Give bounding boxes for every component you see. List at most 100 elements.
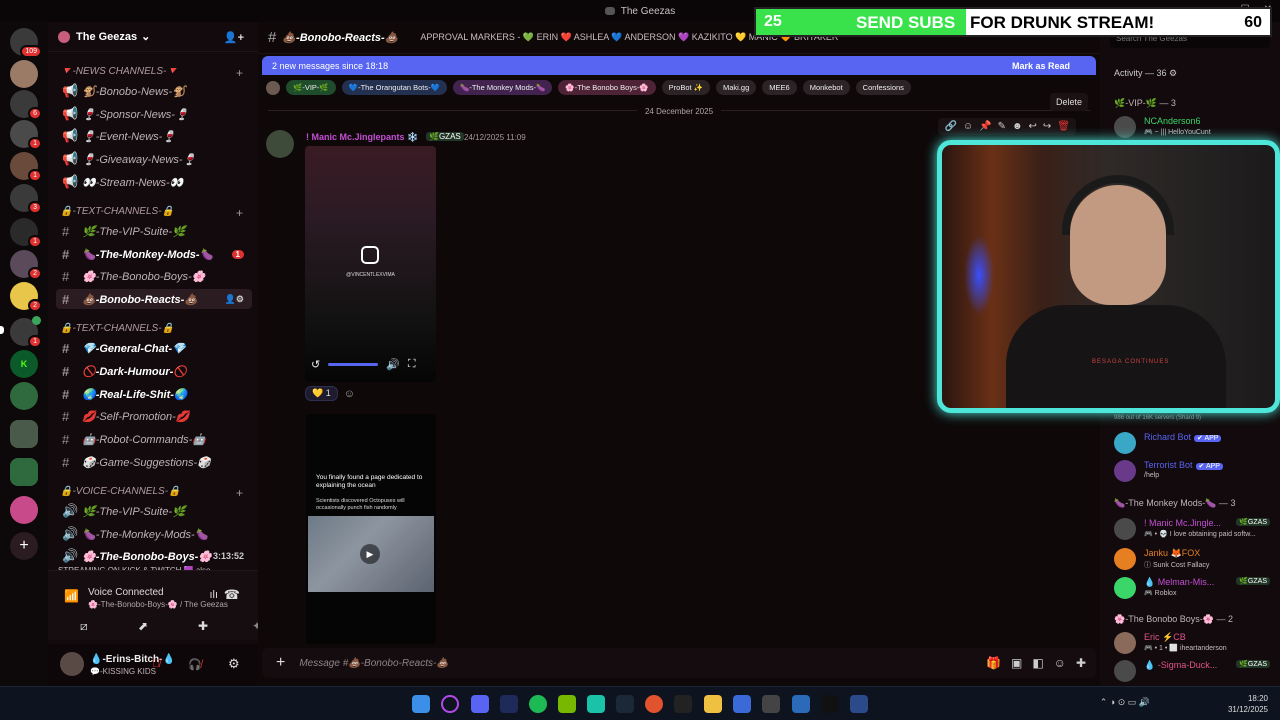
react-icon[interactable]: ☺ bbox=[963, 121, 973, 132]
category-text[interactable]: 🔒-TEXT-CHANNELS-🔒 + bbox=[60, 206, 243, 220]
add-channel-icon[interactable]: + bbox=[236, 206, 243, 220]
opera-icon[interactable] bbox=[441, 695, 459, 713]
activity-header[interactable]: Activity — 36 ⚙ bbox=[1114, 68, 1177, 79]
server-icon[interactable]: 1 bbox=[10, 120, 42, 150]
channel-item-selected[interactable]: # 💩-Bonobo-Reacts-💩 👤⚙ bbox=[56, 289, 252, 309]
apps-icon[interactable]: ✚ bbox=[1076, 656, 1086, 670]
trash-icon[interactable]: 🗑 bbox=[1057, 121, 1070, 132]
member-item[interactable]: Richard Bot ✔ APP bbox=[1114, 430, 1274, 456]
screen-share-icon[interactable]: ⬈ bbox=[138, 619, 148, 633]
steam-icon[interactable] bbox=[616, 695, 634, 713]
voice-channel-item-active[interactable]: 🔊 🌸-The-Bonobo-Boys-🌸 3:13:52 bbox=[56, 546, 252, 566]
server-icon[interactable]: 3 bbox=[10, 184, 42, 214]
server-icon[interactable]: 1 bbox=[10, 316, 42, 348]
channel-item[interactable]: # 🌸-The-Bonobo-Boys-🌸 bbox=[56, 266, 252, 286]
tray-icons[interactable]: ⌃ ◑ ⊙ ▭ 🔊 bbox=[1100, 697, 1150, 708]
role-chip[interactable]: MEE6 bbox=[762, 80, 797, 95]
server-icon[interactable]: 1 bbox=[10, 218, 42, 248]
channel-item[interactable]: 📢 👀-Stream-News-👀 bbox=[56, 172, 252, 192]
member-item[interactable]: ! Manic Mc.Jingle... 🌿GZAS 🎮 • 💀 I love … bbox=[1114, 516, 1274, 542]
spotify-icon[interactable] bbox=[529, 695, 547, 713]
invite-icon[interactable]: 👤+ bbox=[224, 31, 244, 44]
kick-server-icon[interactable]: K bbox=[10, 350, 38, 378]
channel-item[interactable]: # 💎-General-Chat-💎 bbox=[56, 338, 252, 358]
app-icon[interactable] bbox=[792, 695, 810, 713]
volume-slider[interactable] bbox=[328, 363, 379, 366]
add-reaction-icon[interactable]: ☺ bbox=[344, 388, 355, 400]
member-item[interactable]: 💧 Melman-Mis... 🌿GZAS 🎮 Roblox bbox=[1114, 575, 1274, 601]
epic-games-icon[interactable] bbox=[674, 695, 692, 713]
file-explorer-icon[interactable] bbox=[704, 695, 722, 713]
start-icon[interactable] bbox=[412, 695, 430, 713]
role-chip[interactable]: Maki.gg bbox=[716, 80, 757, 95]
server-icon[interactable]: 2 bbox=[10, 250, 42, 280]
mic-muted-icon[interactable]: 🎙̸ bbox=[152, 658, 160, 670]
edit-icon[interactable]: ✎ bbox=[998, 121, 1006, 132]
gift-icon[interactable]: 🎁 bbox=[986, 656, 1001, 670]
video-attachment[interactable]: You finally found a page dedicated to ex… bbox=[306, 414, 436, 644]
message-author[interactable]: ! Manic Mc.Jinglepants ❄️ bbox=[306, 132, 418, 143]
link-icon[interactable]: 🔗 bbox=[944, 121, 956, 132]
voice-channel-item[interactable]: 🔊 🌿-The-VIP-Suite-🌿 bbox=[56, 501, 252, 521]
channel-item[interactable]: 📢 🍷-Sponsor-News-🍷 bbox=[56, 104, 252, 124]
category-text[interactable]: 🔒-TEXT-CHANNELS-🔒 bbox=[60, 323, 174, 334]
noise-suppression-icon[interactable]: ılı bbox=[209, 589, 218, 601]
camera-off-icon[interactable]: ⧄ bbox=[80, 619, 88, 634]
server-icon[interactable] bbox=[10, 382, 38, 410]
voice-channel-item[interactable]: 🔊 🍆-The-Monkey-Mods-🍆 bbox=[56, 524, 252, 544]
new-messages-bar[interactable]: 2 new messages since 18:18 Mark as Read bbox=[262, 56, 1096, 75]
activities-icon[interactable]: ✚ bbox=[198, 619, 208, 633]
role-chip[interactable]: 🍆-The Monkey Mods-🍆 bbox=[452, 80, 553, 95]
role-chip[interactable]: Confessions bbox=[855, 80, 911, 95]
role-chip[interactable]: ProBot ✨ bbox=[661, 80, 711, 95]
server-icon[interactable] bbox=[10, 496, 38, 524]
role-chip[interactable]: 🌿-VIP-🌿 bbox=[286, 80, 336, 95]
server-folder-icon[interactable] bbox=[10, 420, 38, 448]
emoji-icon[interactable]: ☺ bbox=[1054, 656, 1066, 670]
server-header[interactable]: The Geezas ⌄ 👤+ bbox=[48, 22, 258, 52]
nvidia-icon[interactable] bbox=[558, 695, 576, 713]
reply-icon[interactable]: ↩ bbox=[1029, 121, 1037, 132]
gif-icon[interactable]: ▣ bbox=[1011, 656, 1022, 670]
role-chip[interactable]: 🌸-The Bonobo Boys-🌸 bbox=[558, 80, 656, 95]
premiere-icon[interactable] bbox=[500, 695, 518, 713]
channel-item[interactable]: # 🚫-Dark-Humour-🚫 bbox=[56, 361, 252, 381]
member-item[interactable]: Eric ⚡CB 🎮 • 1 • ⬜ iheartanderson bbox=[1114, 630, 1274, 656]
channel-item[interactable]: # 💋-Self-Promotion-💋 bbox=[56, 406, 252, 426]
server-icon[interactable] bbox=[10, 60, 38, 88]
discord-icon[interactable] bbox=[471, 695, 489, 713]
settings-gear-icon[interactable]: ⚙ bbox=[228, 656, 240, 672]
play-icon[interactable]: ▶ bbox=[360, 544, 380, 564]
app-icon[interactable] bbox=[733, 695, 751, 713]
emoji-icon[interactable]: ☻ bbox=[1012, 121, 1023, 132]
sticker-icon[interactable]: ◧ bbox=[1032, 656, 1043, 670]
channel-item[interactable]: # 🌏-Real-Life-Shit-🌏 bbox=[56, 384, 252, 404]
channel-item[interactable]: 📢 🐒-Bonobo-News-🐒 bbox=[56, 81, 252, 101]
app-icon[interactable] bbox=[587, 695, 605, 713]
member-item[interactable]: 💧 -Sigma-Duck... 🌿GZAS bbox=[1114, 658, 1274, 684]
server-icon[interactable]: 109 bbox=[10, 28, 42, 58]
message-input[interactable]: Message #💩-Bonobo-Reacts-💩 bbox=[299, 658, 448, 669]
attach-icon[interactable]: + bbox=[276, 654, 285, 672]
fullscreen-icon[interactable]: ⛶ bbox=[408, 358, 416, 371]
app-icon[interactable] bbox=[762, 695, 780, 713]
channel-item[interactable]: 📢 🍷-Giveaway-News-🍷 bbox=[56, 149, 252, 169]
server-folder-icon[interactable] bbox=[10, 458, 38, 486]
add-server-icon[interactable]: + bbox=[10, 532, 38, 560]
channel-item[interactable]: # 🌿-The-VIP-Suite-🌿 bbox=[56, 221, 252, 241]
category-voice[interactable]: 🔒-VOICE-CHANNELS-🔒 + bbox=[60, 486, 243, 500]
server-icon[interactable]: 1 bbox=[10, 152, 42, 182]
add-channel-icon[interactable]: + bbox=[236, 486, 243, 500]
video-attachment[interactable]: @VINCENTLEXVIMA ↺ 🔊 ⛶ bbox=[305, 146, 436, 382]
role-chip[interactable]: 💙-The Orangutan Bots-💙 bbox=[341, 80, 447, 95]
role-chip[interactable]: Monkebot bbox=[802, 80, 850, 95]
channel-item-monkey-mods[interactable]: # 🍆-The-Monkey-Mods-🍆 1 bbox=[56, 244, 252, 264]
add-channel-icon[interactable]: + bbox=[236, 66, 243, 80]
member-item[interactable]: NCAnderson6 🎮 ~ ||| HelloYouCunt bbox=[1114, 114, 1274, 140]
replay-icon[interactable]: ↺ bbox=[311, 358, 320, 371]
forward-icon[interactable]: ↪ bbox=[1043, 121, 1051, 132]
mark-as-read-button[interactable]: Mark as Read bbox=[1012, 61, 1070, 71]
app-icon[interactable] bbox=[645, 695, 663, 713]
pin-icon[interactable]: 📌 bbox=[979, 121, 991, 132]
deafened-icon[interactable]: 🎧̸ bbox=[188, 658, 202, 671]
